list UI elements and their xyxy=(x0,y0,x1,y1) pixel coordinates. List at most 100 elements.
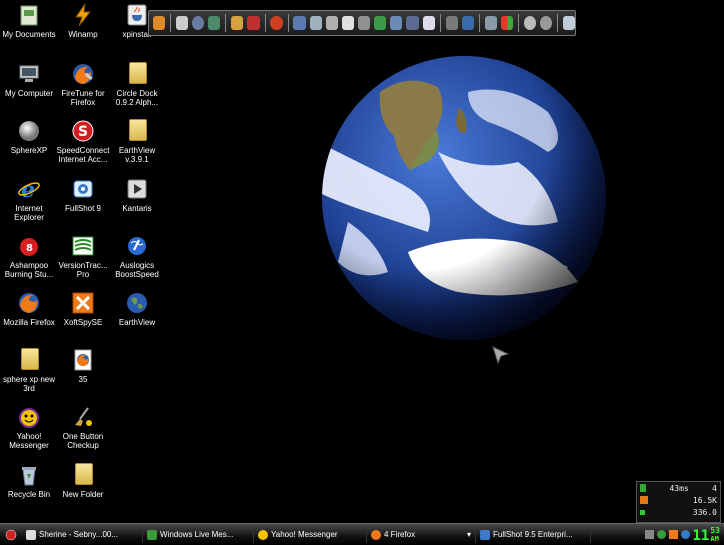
desktop-icon-label: XoftSpySE xyxy=(63,318,103,327)
java-launch-icon[interactable] xyxy=(153,16,166,30)
desktop-icon-versiontracker[interactable]: VersionTrac... Pro xyxy=(55,234,111,279)
keyboard-icon[interactable] xyxy=(325,16,338,30)
traffic-icon xyxy=(640,496,648,504)
taskbar-task-label: Windows Live Mes... xyxy=(160,530,234,539)
desktop-icon-label: Recycle Bin xyxy=(7,490,51,499)
desktop-icon-label: Kantaris xyxy=(122,204,152,213)
taskbar-task[interactable]: Sherine - Sebny...00... xyxy=(22,526,143,543)
desktop-icon-label: One Button Checkup xyxy=(62,432,104,450)
clock-ampm: AM xyxy=(710,534,719,543)
desktop-icon-yahoo-messenger[interactable]: Yahoo! Messenger xyxy=(1,405,57,450)
paint-icon[interactable] xyxy=(231,16,244,30)
tools-icon[interactable] xyxy=(357,16,371,30)
printer-icon[interactable] xyxy=(445,16,458,30)
desktop-icon-earthview[interactable]: EarthView xyxy=(109,291,165,327)
recycle-bin-icon[interactable] xyxy=(562,16,576,30)
desktop-icon-sphere-xp-new-3rd[interactable]: sphere xp new 3rd xyxy=(1,348,57,393)
svg-text:8: 8 xyxy=(26,243,33,254)
display-icon[interactable] xyxy=(293,16,306,30)
desktop-icon-kantaris[interactable]: Kantaris xyxy=(109,177,165,213)
internet-explorer-icon: e xyxy=(17,177,41,203)
toolbar-separator xyxy=(557,14,558,32)
clock[interactable]: 11 53 AM xyxy=(693,525,721,543)
desktop-icon-label: Internet Explorer xyxy=(14,204,44,222)
refresh-icon[interactable] xyxy=(270,16,283,30)
earth-icon xyxy=(125,291,149,315)
taskbar-task[interactable]: Yahoo! Messenger xyxy=(254,526,367,543)
search-icon[interactable] xyxy=(309,16,322,30)
desktop-icon-label: EarthView v.3.9.1 xyxy=(118,146,156,164)
back-icon[interactable] xyxy=(539,16,553,30)
desktop-icon-circle-dock[interactable]: Circle Dock 0.9.2 Alph... xyxy=(109,62,165,107)
xoftspy-icon xyxy=(71,291,95,315)
taskbar-task-label: Sherine - Sebny...00... xyxy=(39,530,119,539)
green-book-icon[interactable] xyxy=(374,16,387,30)
window-icon[interactable] xyxy=(390,16,403,30)
desktop-icon-label: My Computer xyxy=(4,89,53,98)
desktop-icon-fullshot-9[interactable]: FullShot 9 xyxy=(55,177,111,213)
taskmanager-icon[interactable] xyxy=(406,16,419,30)
broom-icon xyxy=(71,405,95,429)
taskbar-task[interactable]: FullShot 9.5 Enterpri... xyxy=(476,526,591,543)
desktop-icon-mozilla-firefox[interactable]: Mozilla Firefox xyxy=(1,291,57,327)
desktop: My Documents My Computer SphereXP e Inte… xyxy=(0,0,724,523)
tray-icon-network[interactable] xyxy=(644,530,654,539)
desktop-icon-firetune[interactable]: FireTune for Firefox xyxy=(55,62,111,107)
document-icon[interactable] xyxy=(422,16,435,30)
control-panel-icon[interactable] xyxy=(484,16,497,30)
desktop-icon-35[interactable]: 35 xyxy=(55,348,111,384)
desktop-icon-internet-explorer[interactable]: e Internet Explorer xyxy=(1,177,57,222)
speedconnect-icon: S xyxy=(71,119,95,143)
notepad-icon[interactable] xyxy=(341,16,354,30)
desktop-icon-label: SpeedConnect Internet Acc... xyxy=(56,146,110,164)
yahoo-messenger-icon xyxy=(17,405,41,429)
earth-globe-wallpaper xyxy=(318,52,610,344)
power-icon[interactable] xyxy=(523,16,536,30)
taskbar-task[interactable]: 4 Firefox ▾ xyxy=(367,526,476,543)
total-value: 336.0 xyxy=(692,507,717,517)
desktop-icon-label: Circle Dock 0.9.2 Alph... xyxy=(115,89,159,107)
tray-icon-messenger[interactable] xyxy=(656,530,666,539)
desktop-icon-speedconnect[interactable]: S SpeedConnect Internet Acc... xyxy=(55,119,111,164)
monitor-row-ping: 43ms 4 xyxy=(637,482,720,494)
clapper-icon[interactable] xyxy=(176,16,189,30)
fullshot-icon xyxy=(71,177,95,201)
java-installer-icon xyxy=(125,3,149,27)
taskbar-task-label: FullShot 9.5 Enterpri... xyxy=(493,530,573,539)
desktop-icon-earthview-folder[interactable]: EarthView v.3.9.1 xyxy=(109,119,165,164)
windows-live-messenger-icon xyxy=(147,529,157,540)
svg-text:e: e xyxy=(21,177,35,201)
clock-icon[interactable] xyxy=(192,16,205,30)
clock-minute: 53 xyxy=(710,525,720,535)
desktop-icon-auslogics[interactable]: Auslogics BoostSpeed xyxy=(109,234,165,279)
fullshot-icon xyxy=(480,529,490,540)
system-tray: 11 53 AM xyxy=(644,525,724,543)
desktop-icon-xoftspyse[interactable]: XoftSpySE xyxy=(55,291,111,327)
desktop-icon-label: 35 xyxy=(78,375,88,384)
start-orb-icon xyxy=(5,529,17,540)
desktop-icon-label: sphere xp new 3rd xyxy=(2,375,56,393)
desktop-icon-ashampoo[interactable]: 8 Ashampoo Burning Stu... xyxy=(1,234,57,279)
tray-icon-xoftspy[interactable] xyxy=(668,530,678,539)
versiontracker-icon xyxy=(71,234,95,258)
desktop-icon-recycle-bin[interactable]: Recycle Bin xyxy=(1,463,57,499)
network-monitor-widget: 43ms 4 16.5K 336.0 xyxy=(636,481,721,523)
desktop-icon-label: VersionTrac... Pro xyxy=(58,261,108,279)
monitor-icon[interactable] xyxy=(461,16,474,30)
book-icon[interactable] xyxy=(247,16,260,30)
desktop-icon-winamp[interactable]: Winamp xyxy=(55,3,111,39)
desktop-icon-one-button-checkup[interactable]: One Button Checkup xyxy=(55,405,111,450)
start-button[interactable] xyxy=(0,526,22,544)
windows-logo-icon[interactable] xyxy=(500,16,513,30)
taskbar-task-label: Yahoo! Messenger xyxy=(271,530,338,539)
desktop-icon-my-computer[interactable]: My Computer xyxy=(1,62,57,98)
yahoo-messenger-icon xyxy=(258,529,268,540)
launcher-toolbar xyxy=(148,10,576,36)
network-icon[interactable] xyxy=(208,16,221,30)
desktop-icon-new-folder[interactable]: New Folder xyxy=(55,463,111,499)
tray-icon-fullshot[interactable] xyxy=(680,530,690,539)
desktop-icon-spherexp[interactable]: SphereXP xyxy=(1,119,57,155)
desktop-icon-my-documents[interactable]: My Documents xyxy=(1,3,57,39)
taskbar-task[interactable]: Windows Live Mes... xyxy=(143,526,254,543)
dropdown-arrow-icon: ▾ xyxy=(466,530,471,539)
